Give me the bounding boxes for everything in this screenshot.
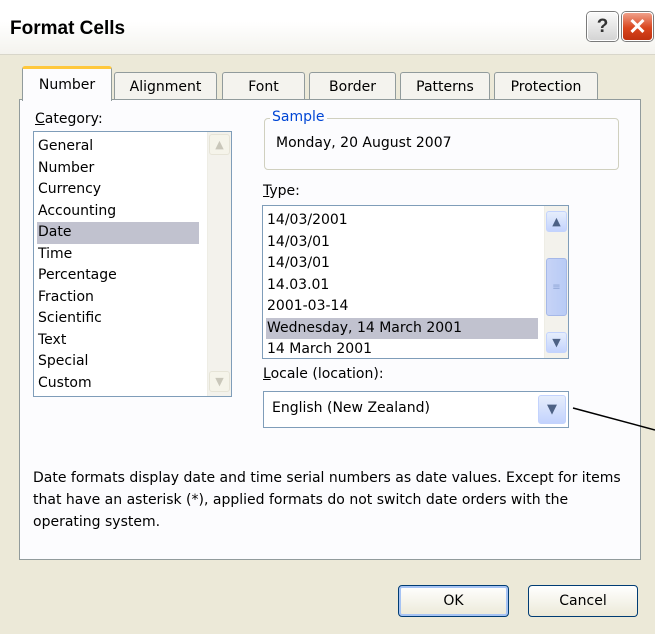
type-list[interactable]: 14/03/2001 14/03/01 14/03/01 14.03.01 20…	[262, 205, 569, 359]
format-description: Date formats display date and time seria…	[33, 470, 621, 530]
scroll-thumb[interactable]: ≡	[546, 258, 567, 316]
list-item[interactable]: 14.03.01	[266, 275, 538, 297]
down-arrow-icon: ▼	[215, 375, 224, 388]
category-scrollbar[interactable]: ▲ ▼	[207, 132, 231, 396]
window-title: Format Cells	[10, 18, 126, 39]
sample-legend: Sample	[270, 109, 327, 125]
grip-icon: ≡	[552, 281, 561, 293]
locale-value: English (New Zealand)	[272, 400, 430, 416]
help-button[interactable]: ?	[587, 12, 618, 41]
list-item[interactable]: 14/03/01	[266, 232, 538, 254]
list-item[interactable]: Currency	[37, 179, 199, 201]
up-arrow-icon: ▲	[552, 215, 561, 228]
locale-label: Locale (location):	[263, 366, 384, 382]
list-item[interactable]: 2001-03-14	[266, 296, 538, 318]
locale-dropdown-button[interactable]: ▼	[538, 395, 566, 424]
ok-button[interactable]: OK	[398, 585, 509, 617]
scroll-down-button[interactable]: ▼	[209, 371, 230, 392]
list-item[interactable]: Time	[37, 244, 199, 266]
tab-protection[interactable]: Protection	[494, 72, 598, 100]
list-item[interactable]: Percentage	[37, 265, 199, 287]
tab-font[interactable]: Font	[222, 72, 305, 100]
scroll-up-button[interactable]: ▲	[209, 134, 230, 155]
scroll-down-button[interactable]: ▼	[546, 332, 567, 353]
tab-number[interactable]: Number	[22, 66, 112, 101]
up-arrow-icon: ▲	[215, 138, 224, 151]
down-arrow-icon: ▼	[552, 336, 561, 349]
list-item[interactable]: 14/03/2001	[266, 210, 538, 232]
cancel-button[interactable]: Cancel	[528, 585, 638, 617]
close-icon: ✕	[628, 13, 647, 39]
scroll-up-button[interactable]: ▲	[546, 211, 567, 232]
list-item[interactable]: Number	[37, 158, 199, 180]
list-item[interactable]: Scientific	[37, 308, 199, 330]
type-label: Type:	[263, 183, 300, 199]
list-item[interactable]: 14 March 2001	[266, 339, 538, 361]
list-item-selected[interactable]: Wednesday, 14 March 2001	[266, 317, 538, 339]
sample-value: Monday, 20 August 2007	[276, 135, 452, 151]
list-item[interactable]: Fraction	[37, 287, 199, 309]
list-item[interactable]: Accounting	[37, 201, 199, 223]
list-item[interactable]: Special	[37, 351, 199, 373]
category-label: Category:	[35, 111, 103, 127]
format-cells-dialog: Format Cells ? ✕ Number Alignment Font B…	[0, 0, 655, 634]
list-item[interactable]: Custom	[37, 373, 199, 395]
close-button[interactable]: ✕	[622, 12, 653, 41]
category-list[interactable]: General Number Currency Accounting Date …	[33, 131, 232, 397]
list-item-selected[interactable]: Date	[37, 222, 199, 244]
list-item[interactable]: General	[37, 136, 199, 158]
tab-alignment[interactable]: Alignment	[114, 72, 217, 100]
tab-border[interactable]: Border	[309, 72, 396, 100]
type-scrollbar[interactable]: ▲ ≡ ▼	[544, 206, 568, 358]
locale-select[interactable]: English (New Zealand) ▼	[263, 391, 569, 428]
tab-patterns[interactable]: Patterns	[400, 72, 490, 100]
chevron-down-icon: ▼	[547, 402, 557, 417]
title-bar[interactable]: Format Cells ? ✕	[0, 0, 655, 55]
help-icon: ?	[596, 15, 609, 37]
list-item[interactable]: Text	[37, 330, 199, 352]
list-item[interactable]: 14/03/01	[266, 253, 538, 275]
